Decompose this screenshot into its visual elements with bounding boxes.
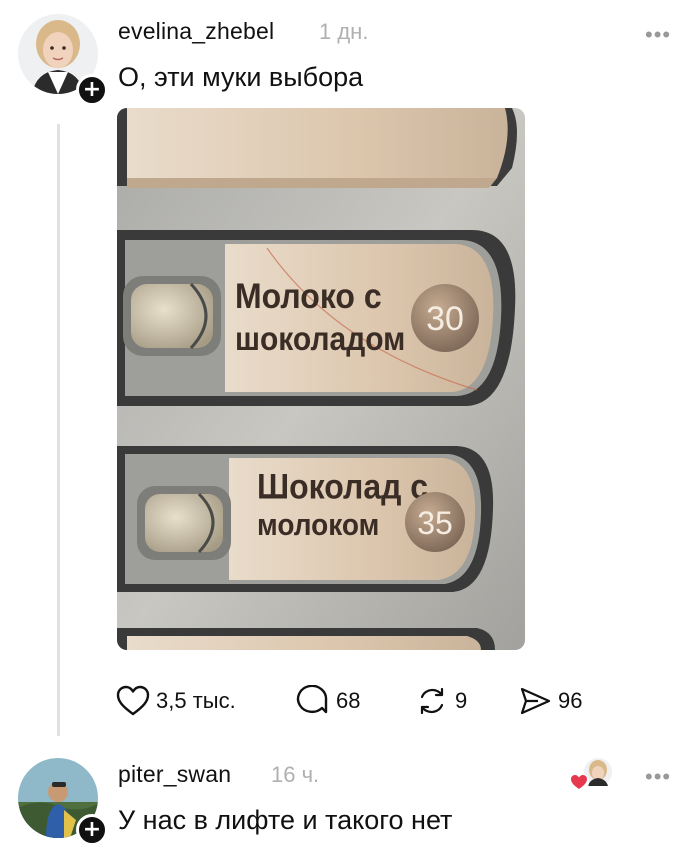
- reply-more-icon[interactable]: •••: [645, 766, 671, 788]
- more-icon[interactable]: •••: [645, 24, 671, 46]
- repost-count: 9: [455, 688, 468, 713]
- follow-plus-icon[interactable]: +: [76, 74, 108, 106]
- comment-button[interactable]: 68: [296, 684, 360, 718]
- share-count: 96: [558, 688, 583, 713]
- price-30: 30: [426, 300, 464, 338]
- share-button[interactable]: 96: [518, 684, 582, 718]
- heart-badge-icon: [569, 772, 589, 792]
- like-count: 3,5 тыс.: [156, 688, 236, 713]
- reply-username[interactable]: piter_swan: [118, 761, 231, 788]
- reply-follow-plus-icon[interactable]: +: [76, 814, 108, 846]
- post-text: О, эти муки выбора: [118, 62, 364, 92]
- send-icon: [520, 687, 551, 715]
- label-milk-chocolate-line1: Молоко с: [235, 278, 382, 317]
- heart-icon: [116, 685, 150, 716]
- price-35: 35: [417, 505, 453, 541]
- like-button[interactable]: 3,5 тыс.: [116, 684, 236, 718]
- post-image[interactable]: Молоко с шоколадом 30 Шоколад с молоком …: [117, 108, 525, 650]
- post-time: 1 дн.: [319, 19, 369, 44]
- repost-icon: [420, 687, 444, 715]
- reply-text: У нас в лифте и такого нет: [118, 805, 453, 835]
- comment-icon: [296, 685, 328, 714]
- label-chocolate-milk-line2: молоком: [257, 508, 379, 543]
- thread-line: [57, 124, 60, 736]
- reply-time: 16 ч.: [271, 762, 320, 787]
- comment-count: 68: [336, 688, 361, 713]
- post-username[interactable]: evelina_zhebel: [118, 18, 274, 45]
- label-milk-chocolate-line2: шоколадом: [235, 320, 405, 358]
- label-chocolate-milk-line1: Шоколад с: [257, 468, 428, 507]
- liked-by-author-badge: [568, 757, 616, 793]
- repost-button[interactable]: 9: [415, 684, 467, 718]
